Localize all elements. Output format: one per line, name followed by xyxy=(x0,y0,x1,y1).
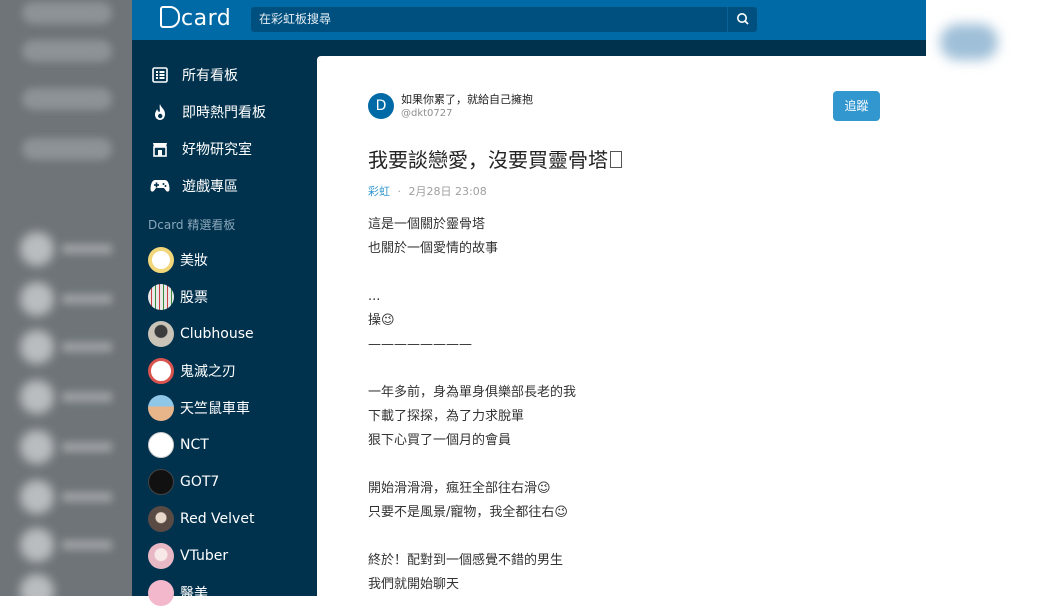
post-body-line: 下載了探探，為了力求脫單 xyxy=(368,409,525,424)
post-body-line: 一年多前，身為單身俱樂部長老的我 xyxy=(368,385,577,400)
post-body-line xyxy=(368,261,576,285)
dcard-logo[interactable]: card xyxy=(160,6,231,31)
featured-boards-heading: Dcard 精選看板 xyxy=(148,218,236,232)
sidebar-item-shopping-lab[interactable]: 好物研究室 xyxy=(150,137,252,161)
sidebar-item-hot-boards[interactable]: 即時熱門看板 xyxy=(150,100,266,124)
post-body-line: 我們就開始聊天 xyxy=(368,577,460,592)
post-date: 2月28日 23:08 xyxy=(408,185,487,198)
post-card: D 如果你累了，就給自己擁抱 @dkt0727 追蹤 我要談戀愛，沒要買靈骨塔 … xyxy=(317,56,926,596)
board-label: VTuber xyxy=(180,548,229,564)
store-icon xyxy=(150,139,170,159)
sidebar-board-pui-pui[interactable]: 天竺鼠車車 xyxy=(148,395,250,421)
search-button[interactable] xyxy=(727,7,757,32)
sidebar-board-makeup[interactable]: 美妝 xyxy=(148,247,208,273)
board-label: 美妝 xyxy=(180,253,208,269)
sidebar-item-label: 好物研究室 xyxy=(182,142,252,158)
post-body-line: 操😉 xyxy=(368,313,395,328)
sidebar-board-nct[interactable]: NCT xyxy=(148,432,209,458)
list-icon xyxy=(150,65,170,85)
post-meta: 彩虹 · 2月28日 23:08 xyxy=(368,183,487,199)
search-icon xyxy=(737,13,749,25)
sidebar-item-games[interactable]: 遊戲專區 xyxy=(150,174,238,198)
sidebar-item-label: 即時熱門看板 xyxy=(182,105,266,121)
board-label: 醫美 xyxy=(180,586,208,602)
search-input[interactable]: 在彩虹板搜尋 xyxy=(251,7,727,32)
gamepad-icon xyxy=(150,176,170,196)
board-avatar xyxy=(148,469,174,495)
sidebar-board-stocks[interactable]: 股票 xyxy=(148,284,208,310)
sidebar-board-clubhouse[interactable]: Clubhouse xyxy=(148,321,254,347)
author-id: @dkt0727 xyxy=(401,108,453,119)
top-header: card 在彩虹板搜尋 xyxy=(132,0,926,40)
board-label: GOT7 xyxy=(180,474,220,490)
sidebar-board-got7[interactable]: GOT7 xyxy=(148,469,219,495)
post-body-line: 終於！配對到一個感覺不錯的男生 xyxy=(368,553,564,568)
sidebar-board-medical-beauty[interactable]: 醫美 xyxy=(148,580,208,606)
meta-separator: · xyxy=(397,185,402,198)
missing-glyph-box xyxy=(610,151,622,168)
board-label: NCT xyxy=(180,437,209,453)
blurred-background-left xyxy=(0,0,132,596)
post-body-line: 這是一個關於靈骨塔 xyxy=(368,217,486,232)
sidebar-item-label: 所有看板 xyxy=(182,68,238,84)
fire-icon xyxy=(150,102,170,122)
board-avatar xyxy=(148,358,174,384)
post-body-line: 開始滑滑滑，瘋狂全部往右滑😉 xyxy=(368,481,551,496)
board-label: 股票 xyxy=(180,290,208,306)
sidebar-board-vtuber[interactable]: VTuber xyxy=(148,543,228,569)
post-board-link[interactable]: 彩虹 xyxy=(368,185,390,198)
post-body-line: 狠下心買了一個月的會員 xyxy=(368,433,512,448)
board-label: Clubhouse xyxy=(180,326,254,342)
blurred-background-right xyxy=(926,0,1060,596)
board-label: 鬼滅之刃 xyxy=(180,364,236,380)
sidebar-item-label: 遊戲專區 xyxy=(182,179,238,195)
board-avatar xyxy=(148,247,174,273)
board-avatar xyxy=(148,580,174,606)
board-label: 天竺鼠車車 xyxy=(180,401,250,417)
post-body-line: ... xyxy=(368,289,381,304)
follow-button[interactable]: 追蹤 xyxy=(833,91,880,121)
post-body-line xyxy=(368,525,576,549)
board-avatar xyxy=(148,321,174,347)
author-avatar[interactable]: D xyxy=(368,93,394,119)
board-avatar xyxy=(148,543,174,569)
post-body-line: 也關於一個愛情的故事 xyxy=(368,241,499,256)
board-avatar xyxy=(148,395,174,421)
board-avatar xyxy=(148,284,174,310)
sidebar-board-red-velvet[interactable]: Red Velvet xyxy=(148,506,254,532)
sidebar-item-all-boards[interactable]: 所有看板 xyxy=(150,63,238,87)
board-avatar xyxy=(148,432,174,458)
post-title: 我要談戀愛，沒要買靈骨塔 xyxy=(368,144,622,173)
board-avatar xyxy=(148,506,174,532)
post-body-line: ———————— xyxy=(368,337,472,352)
board-label: Red Velvet xyxy=(180,511,255,527)
post-body-line xyxy=(368,357,576,381)
author-name: 如果你累了，就給自己擁抱 xyxy=(401,93,533,106)
post-body: 這是一個關於靈骨塔 也關於一個愛情的故事 ... 操😉 ———————— 一年多… xyxy=(368,213,576,597)
sidebar-board-demon-slayer[interactable]: 鬼滅之刃 xyxy=(148,358,236,384)
post-body-line: 只要不是風景/寵物，我全都往右😉 xyxy=(368,505,568,520)
sidebar: 所有看板 即時熱門看板 好物研究室 遊戲專區 Dcard 精選看板 美妝 股票 … xyxy=(132,40,317,606)
post-body-line xyxy=(368,453,576,477)
